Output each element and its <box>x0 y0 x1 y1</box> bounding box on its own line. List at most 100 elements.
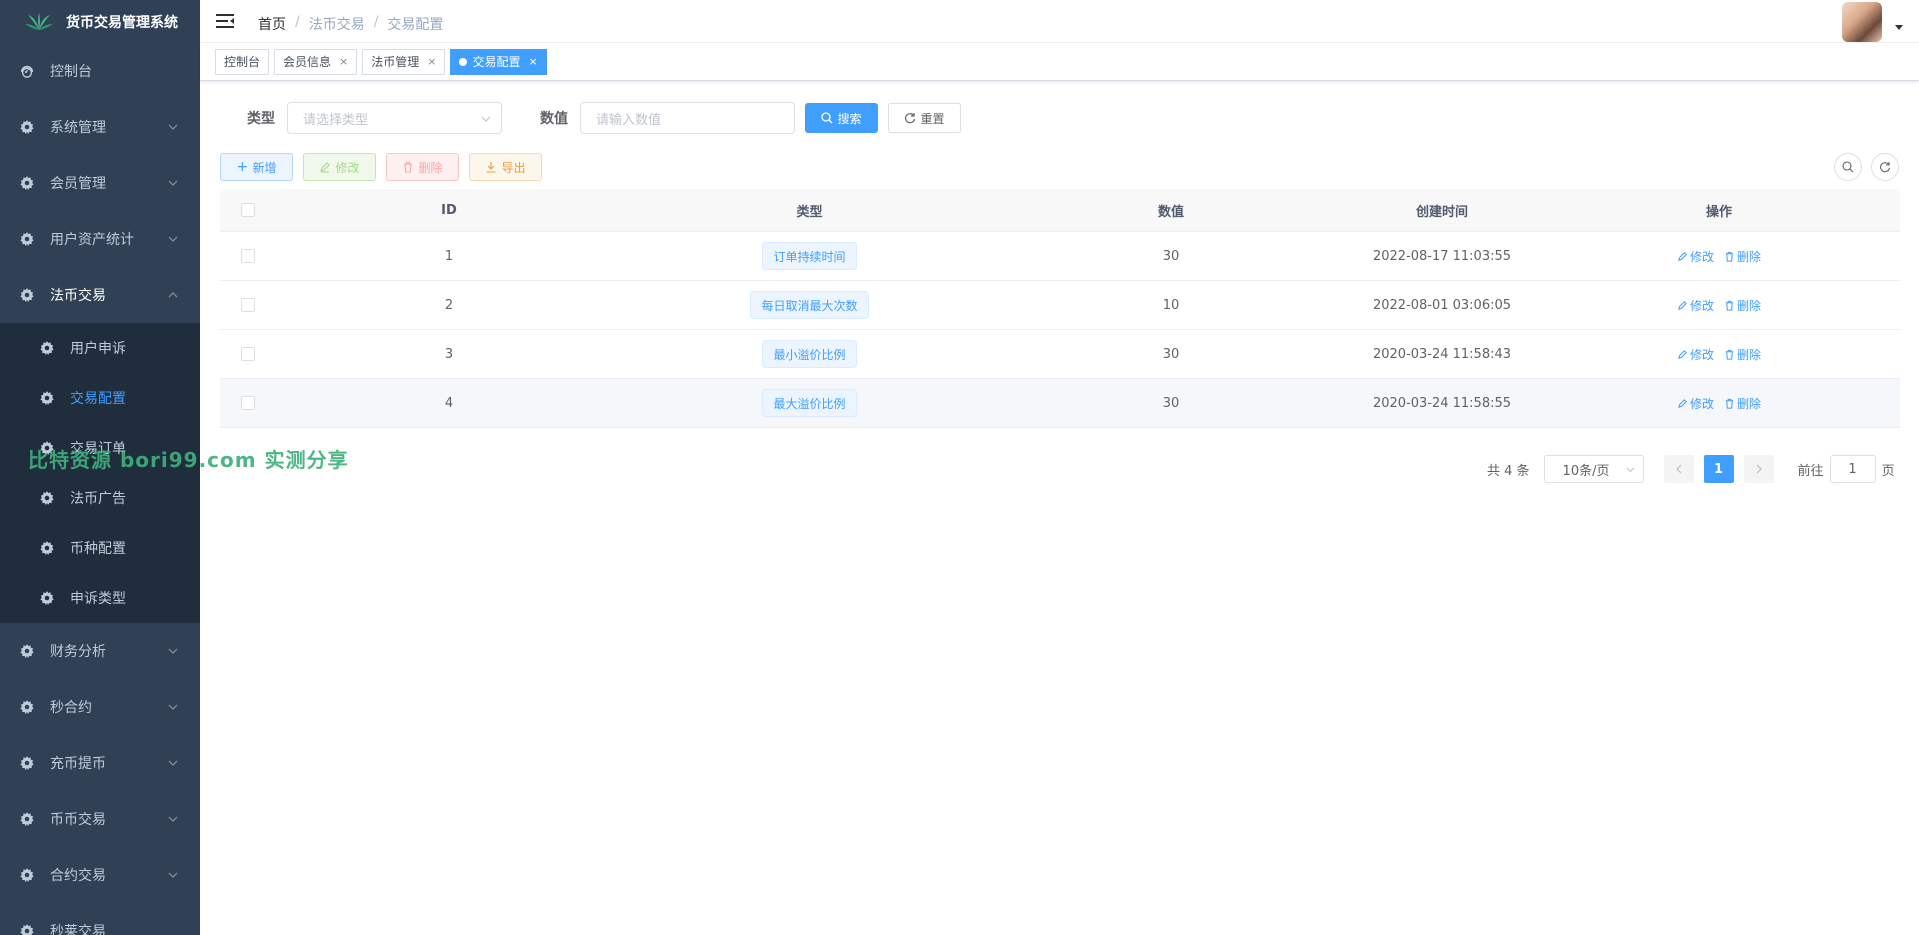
cell-id: 4 <box>444 395 454 411</box>
cell-id: 1 <box>444 248 454 264</box>
close-icon[interactable]: × <box>427 55 436 68</box>
row-edit-link[interactable]: 修改 <box>1677 297 1714 314</box>
edit-icon <box>1678 349 1687 359</box>
sidebar-item-coin-config[interactable]: 币种配置 <box>0 523 200 573</box>
dashboard-icon <box>20 65 34 78</box>
type-tag: 最小溢价比例 <box>762 340 857 368</box>
sidebar-item-finance[interactable]: 财务分析 <box>0 623 200 679</box>
trash-icon <box>1725 398 1734 409</box>
delete-button[interactable]: 删除 <box>386 153 459 181</box>
gear-icon <box>20 288 34 302</box>
sidebar-item-fiat-trade[interactable]: 法币交易 <box>0 267 200 323</box>
cell-actions: 修改 删除 <box>1538 248 1900 265</box>
table-row[interactable]: 1 订单持续时间 30 2022-08-17 11:03:55 修改 删除 <box>220 232 1900 281</box>
navbar: 首页 / 法币交易 / 交易配置 <box>200 0 1919 43</box>
sidebar-item-fiat-ads[interactable]: 法币广告 <box>0 473 200 523</box>
edit-icon <box>1678 300 1687 310</box>
breadcrumb-item[interactable]: 首页 <box>258 14 286 34</box>
row-delete-link[interactable]: 删除 <box>1724 297 1761 314</box>
hamburger-icon[interactable] <box>216 13 234 29</box>
cell-type: 订单持续时间 <box>623 242 996 270</box>
gear-icon <box>20 232 34 246</box>
chevron-down-icon <box>1626 467 1635 473</box>
row-delete-link[interactable]: 删除 <box>1724 346 1761 363</box>
table-row[interactable]: 2 每日取消最大次数 10 2022-08-01 03:06:05 修改 删除 <box>220 281 1900 330</box>
row-edit-link[interactable]: 修改 <box>1677 346 1714 363</box>
pagination: 共 4 条 10条/页 1 前往 1 页 <box>1487 455 1895 483</box>
export-button[interactable]: 导出 <box>469 153 542 181</box>
tag-trade-config[interactable]: 交易配置 × <box>450 48 547 75</box>
chevron-left-icon <box>1675 464 1682 474</box>
sidebar-item-asset-stats[interactable]: 用户资产统计 <box>0 211 200 267</box>
reset-button[interactable]: 重置 <box>888 103 961 133</box>
close-icon[interactable]: × <box>339 55 348 68</box>
sidebar-item-second-contract[interactable]: 秒合约 <box>0 679 200 735</box>
avatar[interactable] <box>1842 2 1882 42</box>
app-root: 货币交易管理系统 控制台 系统管理 会员管理 用户资产统计 法币交易 用户申诉 … <box>0 0 1919 935</box>
row-checkbox[interactable] <box>240 347 255 361</box>
table-row[interactable]: 3 最小溢价比例 30 2020-03-24 11:58:43 修改 删除 <box>220 330 1900 379</box>
cell-type: 最大溢价比例 <box>623 389 996 417</box>
value-input[interactable]: 请输入数值 <box>580 102 795 134</box>
cell-id: 3 <box>444 346 454 362</box>
row-checkbox[interactable] <box>240 249 255 263</box>
delete-button-label: 删除 <box>418 160 443 175</box>
table-row[interactable]: 4 最大溢价比例 30 2020-03-24 11:58:55 修改 删除 <box>220 379 1900 428</box>
chevron-down-icon <box>168 760 178 766</box>
close-icon[interactable]: × <box>529 55 538 68</box>
row-edit-link[interactable]: 修改 <box>1677 395 1714 412</box>
goto-page-input[interactable]: 1 <box>1829 455 1876 483</box>
chevron-down-icon <box>168 236 178 242</box>
sidebar-item-label: 系统管理 <box>50 120 106 136</box>
prev-page-button[interactable] <box>1663 455 1694 483</box>
tag-member-info[interactable]: 会员信息 × <box>274 48 358 75</box>
caret-down-icon[interactable] <box>1895 25 1903 30</box>
row-checkbox-cell <box>220 249 275 263</box>
sidebar-item-user-appeal[interactable]: 用户申诉 <box>0 323 200 373</box>
chevron-down-icon <box>168 704 178 710</box>
sidebar-item-appeal-types[interactable]: 申诉类型 <box>0 573 200 623</box>
sidebar-item-dashboard[interactable]: 控制台 <box>0 43 200 99</box>
sidebar-item-system[interactable]: 系统管理 <box>0 99 200 155</box>
logo[interactable]: 货币交易管理系统 <box>0 0 200 43</box>
search-button[interactable]: 搜索 <box>805 103 878 133</box>
row-edit-link[interactable]: 修改 <box>1677 248 1714 265</box>
select-all-checkbox[interactable] <box>240 203 255 217</box>
gear-icon <box>40 541 54 555</box>
sidebar-item-trade-config[interactable]: 交易配置 <box>0 373 200 423</box>
page-number-current[interactable]: 1 <box>1703 455 1734 483</box>
chevron-down-icon <box>168 872 178 878</box>
next-page-button[interactable] <box>1743 455 1774 483</box>
search-button-label: 搜索 <box>837 111 862 126</box>
sidebar-item-members[interactable]: 会员管理 <box>0 155 200 211</box>
sidebar-item-label: 秒合约 <box>50 700 92 716</box>
sidebar-item-coin-trade[interactable]: 币币交易 <box>0 791 200 847</box>
tag-fiat-management[interactable]: 法币管理 × <box>362 48 446 75</box>
sidebar-item-extra-trade[interactable]: 秒莱交易 <box>0 903 200 935</box>
row-checkbox[interactable] <box>240 396 255 410</box>
type-label: 类型 <box>247 111 275 127</box>
tag-dashboard[interactable]: 控制台 <box>215 48 270 75</box>
breadcrumb-separator: / <box>373 14 379 30</box>
row-checkbox[interactable] <box>240 298 255 312</box>
row-delete-label: 删除 <box>1737 347 1762 362</box>
chevron-down-icon <box>168 180 178 186</box>
breadcrumb-item: 交易配置 <box>387 17 444 33</box>
chevron-down-icon <box>168 124 178 130</box>
watermark: 比特资源 bori99.com 实测分享 <box>28 448 349 472</box>
sidebar-item-deposit-withdraw[interactable]: 充币提币 <box>0 735 200 791</box>
plus-icon: + <box>236 159 249 175</box>
sidebar-item-contract-trade[interactable]: 合约交易 <box>0 847 200 903</box>
edit-button[interactable]: 修改 <box>303 153 376 181</box>
row-delete-link[interactable]: 删除 <box>1724 395 1761 412</box>
toggle-search-button[interactable] <box>1834 153 1862 181</box>
trash-icon <box>1725 300 1734 311</box>
add-button[interactable]: + 新增 <box>220 153 293 181</box>
type-select[interactable]: 请选择类型 <box>287 102 502 134</box>
page-size-select[interactable]: 10条/页 <box>1543 455 1644 483</box>
header-time: 创建时间 <box>1415 204 1468 220</box>
tag-label: 交易配置 <box>472 55 521 69</box>
search-icon <box>1842 161 1854 173</box>
refresh-button[interactable] <box>1871 153 1899 181</box>
row-delete-link[interactable]: 删除 <box>1724 248 1761 265</box>
